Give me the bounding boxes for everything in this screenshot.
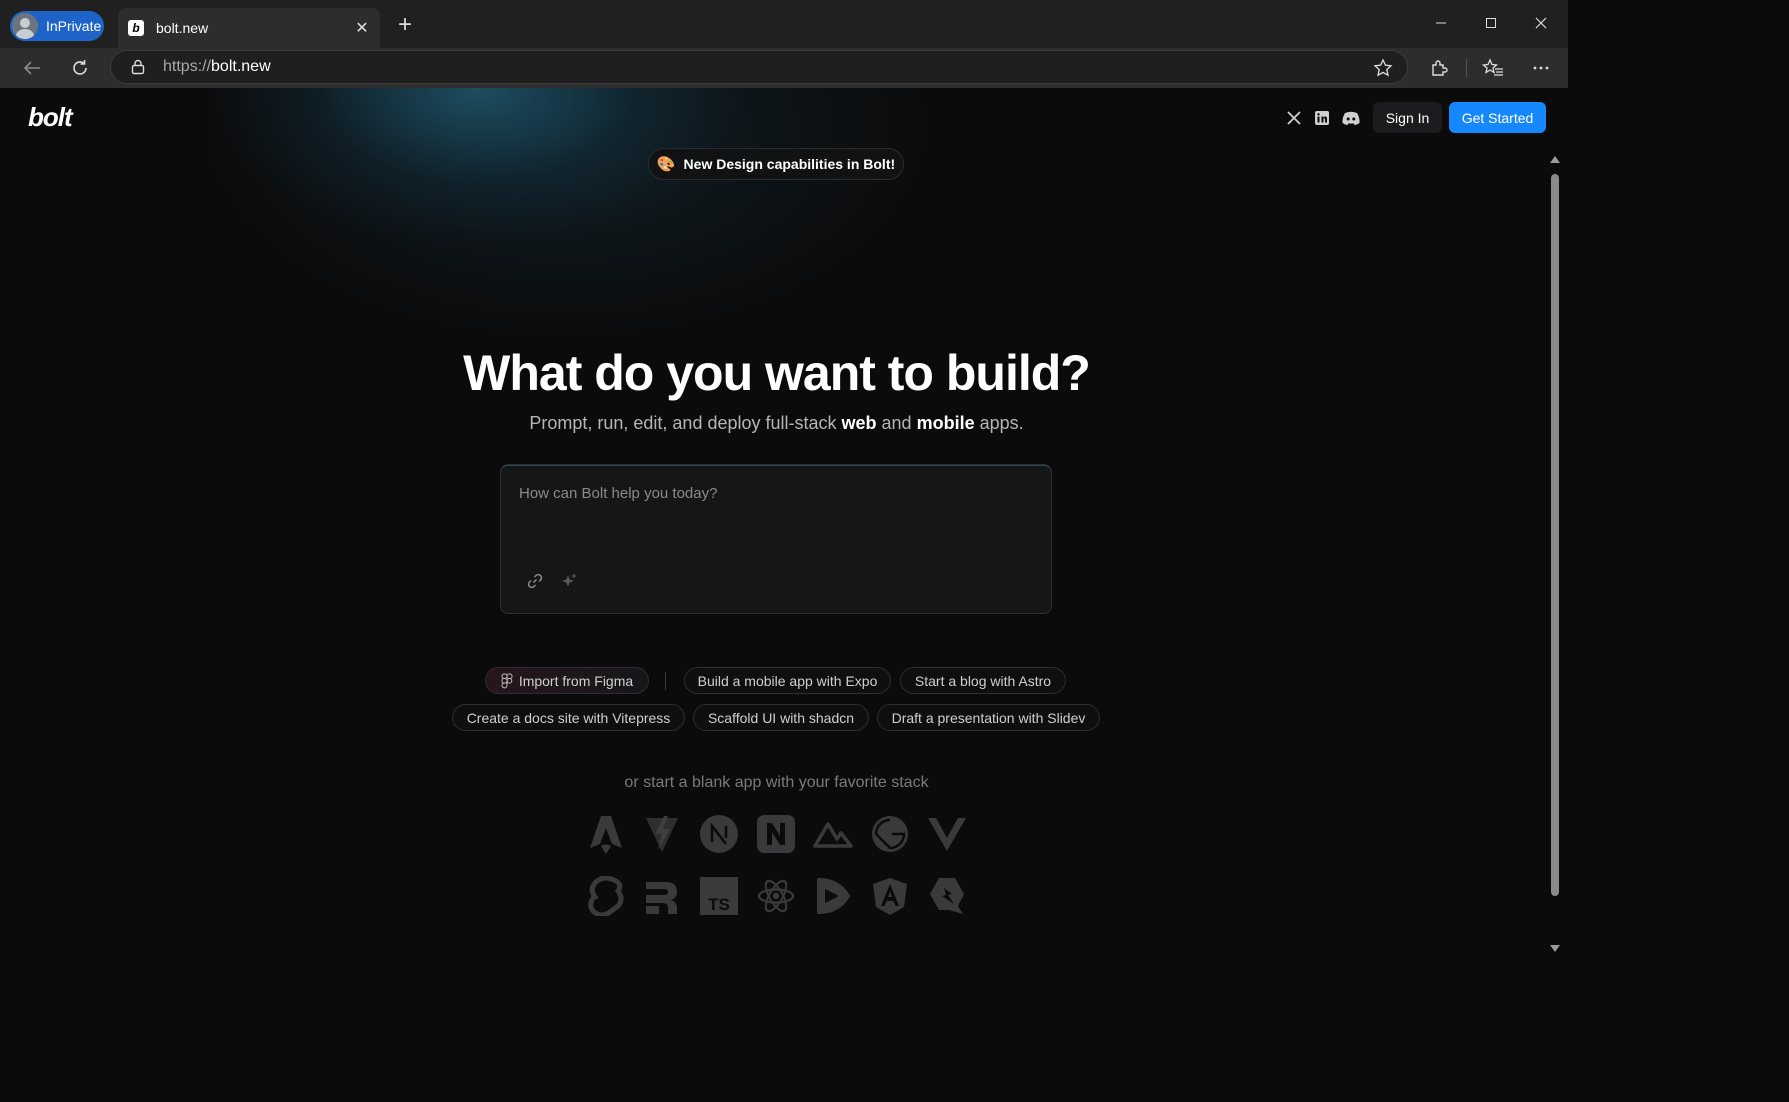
nuxt-mountain-icon[interactable] (813, 814, 853, 854)
announcement-text: New Design capabilities in Bolt! (683, 156, 896, 172)
extensions-icon[interactable] (1424, 54, 1454, 82)
typescript-icon[interactable]: TS (699, 876, 739, 916)
figma-icon (501, 673, 513, 688)
browser-tab-bar: InPrivate b bolt.new ✕ + (0, 0, 1568, 48)
vite-icon[interactable] (642, 814, 682, 854)
astro-icon[interactable] (586, 814, 626, 854)
import-from-figma-chip[interactable]: Import from Figma (485, 667, 649, 694)
maximize-icon[interactable] (1468, 8, 1514, 38)
nuxt-icon[interactable] (756, 814, 796, 854)
page-scrollbar[interactable] (1547, 148, 1563, 958)
url-protocol: https:// (163, 58, 212, 75)
palette-icon: 🎨 (656, 156, 676, 173)
subtitle-pre: Prompt, run, edit, and deploy full-stack (529, 413, 842, 433)
chip-label: Import from Figma (518, 672, 634, 689)
favorite-star-icon[interactable] (1373, 58, 1393, 83)
scrollbar-thumb[interactable] (1551, 174, 1559, 896)
tab-title: bolt.new (156, 20, 209, 36)
profile-avatar (12, 13, 38, 39)
browser-toolbar: https://bolt.new (0, 48, 1568, 88)
new-tab-icon[interactable]: + (392, 12, 418, 38)
prompt-box (500, 464, 1052, 614)
prompt-input[interactable] (517, 483, 1031, 547)
stack-prompt-text: or start a blank app with your favorite … (624, 774, 929, 791)
minimize-icon[interactable] (1418, 8, 1464, 38)
toolbar-separator (1466, 59, 1467, 77)
url-host: bolt.new (211, 58, 271, 75)
window-close-icon[interactable] (1518, 8, 1564, 38)
slidev-icon[interactable] (813, 876, 853, 916)
gatsby-icon[interactable] (870, 814, 910, 854)
enhance-sparkle-icon[interactable] (557, 569, 581, 593)
svg-text:TS: TS (708, 895, 730, 914)
x-twitter-icon[interactable] (1284, 108, 1304, 128)
suggestion-chip-slidev[interactable]: Draft a presentation with Slidev (877, 704, 1100, 731)
qwik-icon[interactable] (927, 876, 967, 916)
suggestion-chip-shadcn[interactable]: Scaffold UI with shadcn (693, 704, 869, 731)
more-menu-icon[interactable] (1526, 54, 1556, 82)
suggestion-chip-astro[interactable]: Start a blog with Astro (900, 667, 1066, 694)
remix-icon[interactable] (642, 876, 682, 916)
page-title: What do you want to build? (463, 345, 1091, 401)
inprivate-badge[interactable]: InPrivate (10, 11, 104, 41)
subtitle-mid: and (876, 413, 917, 433)
subtitle-post: apps. (974, 413, 1024, 433)
bolt-favicon-icon: b (128, 20, 144, 36)
scroll-up-icon[interactable] (1550, 156, 1560, 163)
back-arrow-icon[interactable] (16, 53, 48, 83)
chip-separator (665, 672, 666, 690)
url-text[interactable]: https://bolt.new (163, 58, 271, 76)
page-content: bolt Sign In Get Started 🎨 New Design ca… (6, 88, 1547, 962)
react-icon[interactable] (756, 876, 796, 916)
discord-icon[interactable] (1341, 108, 1361, 128)
inprivate-label: InPrivate (46, 18, 102, 34)
suggestion-chip-vitepress[interactable]: Create a docs site with Vitepress (452, 704, 685, 731)
svelte-icon[interactable] (586, 876, 626, 916)
browser-tab[interactable]: b bolt.new ✕ (118, 8, 380, 48)
vue-icon[interactable] (927, 814, 967, 854)
address-bar[interactable]: https://bolt.new (110, 50, 1408, 84)
suggestion-chip-expo[interactable]: Build a mobile app with Expo (684, 667, 891, 694)
favorites-icon[interactable] (1478, 54, 1508, 82)
angular-icon[interactable] (870, 876, 910, 916)
refresh-icon[interactable] (64, 53, 96, 83)
next-icon[interactable] (699, 814, 739, 854)
subtitle-mobile: mobile (916, 413, 975, 433)
subtitle-web: web (841, 413, 877, 433)
attach-link-icon[interactable] (523, 569, 547, 593)
lock-icon[interactable] (131, 59, 147, 75)
sign-in-button[interactable]: Sign In (1373, 102, 1442, 133)
tab-close-icon[interactable]: ✕ (350, 16, 374, 40)
scroll-down-icon[interactable] (1550, 945, 1560, 952)
linkedin-icon[interactable] (1312, 108, 1332, 128)
announcement-pill[interactable]: 🎨 New Design capabilities in Bolt! (648, 148, 904, 180)
page-subtitle: Prompt, run, edit, and deploy full-stack… (6, 413, 1547, 434)
get-started-button[interactable]: Get Started (1449, 102, 1546, 133)
bolt-logo[interactable]: bolt (28, 102, 73, 133)
